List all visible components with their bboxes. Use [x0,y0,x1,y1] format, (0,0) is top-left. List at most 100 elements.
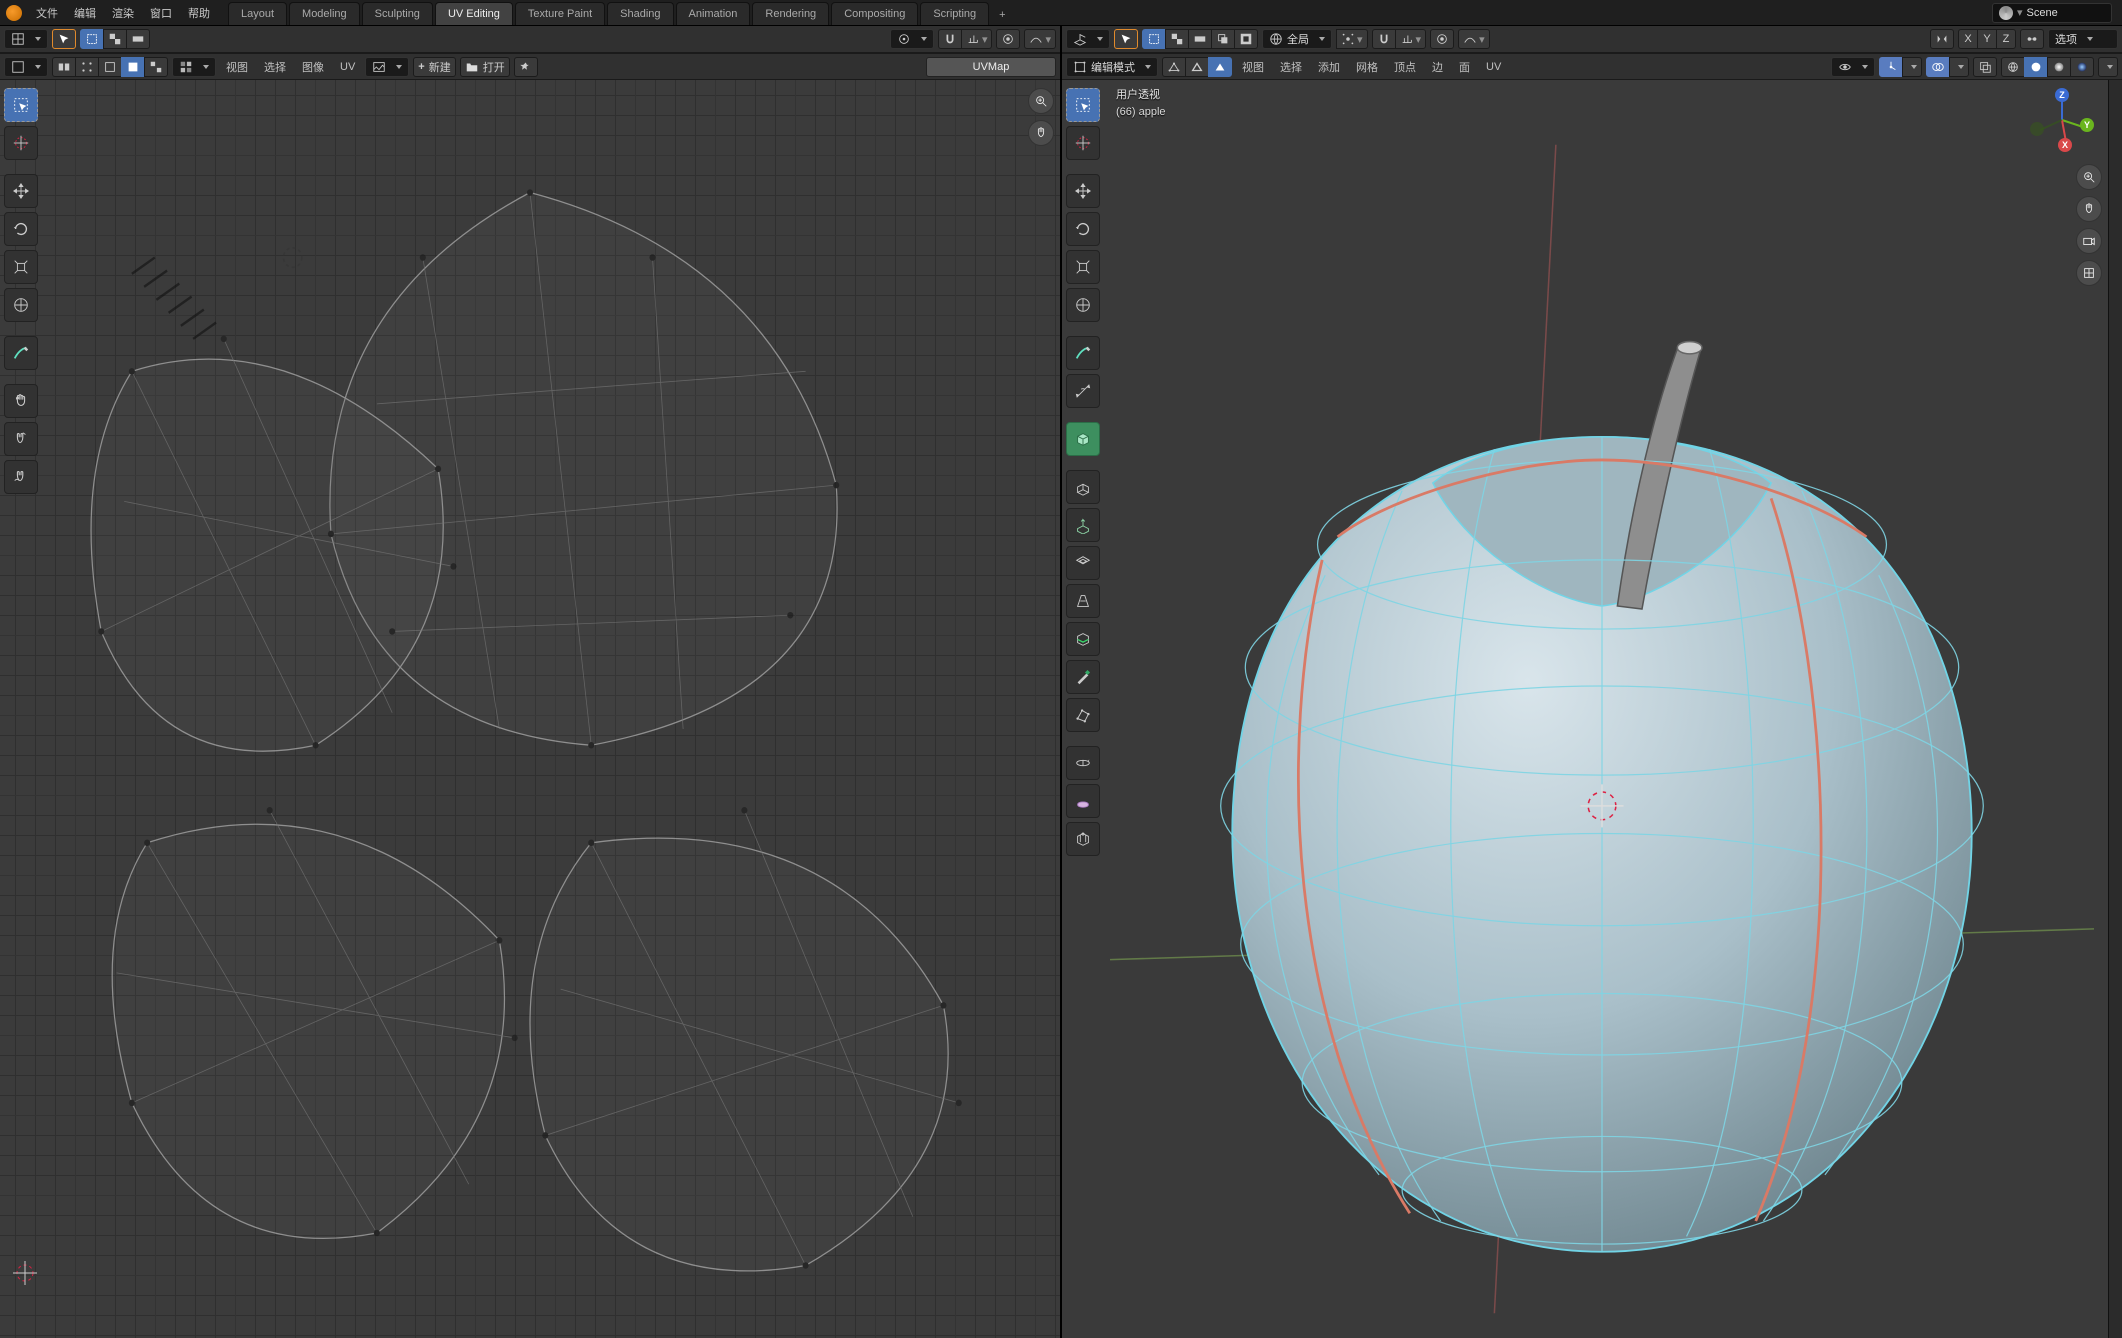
3d-tool-transform[interactable] [1066,288,1100,322]
3d-tool-extrude-region[interactable] [1066,470,1100,504]
uv-sync-toggle[interactable] [52,57,76,77]
3d-tool-bevel[interactable] [1066,584,1100,618]
gizmo-neg-y[interactable] [2030,122,2044,136]
3d-tool-annotate[interactable] [1066,336,1100,370]
uv-tool-cursor[interactable] [4,126,38,160]
uv-nav-zoom[interactable] [1028,88,1054,114]
3d-sel-edge[interactable] [1185,57,1209,77]
tab-texture-paint[interactable]: Texture Paint [515,2,605,25]
3d-tool-extrude-cursor[interactable] [1066,508,1100,542]
uv-select-subtract[interactable] [126,29,150,49]
tab-sculpting[interactable]: Sculpting [362,2,433,25]
3d-menu-mesh[interactable]: 网格 [1350,59,1384,75]
3d-snap-target[interactable]: ▾ [1395,29,1427,49]
3d-nav-zoom[interactable] [2076,164,2102,190]
uv-tool-scale[interactable] [4,250,38,284]
3d-shading-solid[interactable] [2024,57,2048,77]
uv-sticky-select[interactable] [890,29,934,49]
3d-menu-face[interactable]: 面 [1453,59,1476,75]
tab-animation[interactable]: Animation [676,2,751,25]
3d-shading-matprev[interactable] [2047,57,2071,77]
3d-nav-pan[interactable] [2076,196,2102,222]
tab-add-button[interactable]: + [991,5,1013,25]
3d-mode-selector[interactable]: 编辑模式 [1066,57,1158,77]
uv-menu-view[interactable]: 视图 [220,59,254,75]
uv-tool-grab[interactable] [4,384,38,418]
uv-snap-target[interactable]: ▾ [961,29,993,49]
3d-options-dropdown[interactable]: 选项 [2048,29,2118,49]
3d-mirror-y[interactable]: Y [1977,29,1997,49]
3d-tool-smooth[interactable] [1066,784,1100,818]
uv-select-mode-tweak[interactable] [52,29,76,49]
menu-render[interactable]: 渲染 [104,1,142,25]
tab-rendering[interactable]: Rendering [752,2,829,25]
3d-editor-type-selector[interactable] [1066,29,1110,49]
uv-menu-select[interactable]: 选择 [258,59,292,75]
3d-automerge-button[interactable] [2020,29,2044,49]
3d-pivot-button[interactable]: ▾ [1336,29,1368,49]
menu-file[interactable]: 文件 [28,1,66,25]
3d-sel-face[interactable] [1208,57,1232,77]
3d-overlay-popover[interactable] [1949,57,1969,77]
3d-mirror-button[interactable] [1930,29,1954,49]
menu-edit[interactable]: 编辑 [66,1,104,25]
uv-display-mode[interactable] [172,57,216,77]
uv-sel-edge[interactable] [98,57,122,77]
uv-proportional-toggle[interactable] [996,29,1020,49]
3d-tool-scale[interactable] [1066,250,1100,284]
3d-viewport[interactable]: 用户透视 (66) apple Z Y X [1062,80,2108,1338]
uv-tool-annotate[interactable] [4,336,38,370]
3d-select-int[interactable] [1211,29,1235,49]
3d-select-mode-tweak[interactable] [1114,29,1138,49]
3d-shading-popover[interactable] [2098,57,2118,77]
menu-help[interactable]: 帮助 [180,1,218,25]
uv-nav-pan[interactable] [1028,120,1054,146]
uv-tool-move[interactable] [4,174,38,208]
3d-tool-select[interactable] [1066,88,1100,122]
uv-pin-button[interactable] [514,57,538,77]
3d-shading-rendered[interactable] [2070,57,2094,77]
uv-editor-type-selector[interactable] [4,29,48,49]
axis-gizmo[interactable]: Z Y X [2030,88,2094,152]
uv-proportional-falloff[interactable]: ▾ [1024,29,1056,49]
3d-tool-loopcut[interactable] [1066,622,1100,656]
3d-gizmo-popover[interactable] [1902,57,1922,77]
gizmo-z[interactable]: Z [2055,88,2069,102]
3d-select-extend[interactable] [1165,29,1189,49]
right-collapsed-panel[interactable] [2108,80,2122,1338]
3d-view-object-types[interactable] [1831,57,1875,77]
uv-image-selector[interactable] [365,57,409,77]
uvmap-name-field[interactable]: UVMap [926,57,1056,77]
3d-xray-toggle[interactable] [1973,57,1997,77]
uv-menu-uv[interactable]: UV [334,61,361,73]
3d-tool-cursor[interactable] [1066,126,1100,160]
3d-sel-vertex[interactable] [1162,57,1186,77]
menu-window[interactable]: 窗口 [142,1,180,25]
uv-tool-select[interactable] [4,88,38,122]
3d-show-gizmo[interactable] [1879,57,1903,77]
3d-tool-rotate[interactable] [1066,212,1100,246]
uv-new-button[interactable]: + 新建 [413,57,455,77]
tab-modeling[interactable]: Modeling [289,2,360,25]
3d-tool-polybuild[interactable] [1066,698,1100,732]
3d-mirror-x[interactable]: X [1958,29,1978,49]
tab-layout[interactable]: Layout [228,2,287,25]
3d-shading-wire[interactable] [2001,57,2025,77]
3d-snap-toggle[interactable] [1372,29,1396,49]
uv-mode-selector[interactable] [4,57,48,77]
3d-menu-uv[interactable]: UV [1480,61,1507,73]
scene-selector[interactable]: ▾ Scene [1992,3,2112,23]
uv-tool-pinch[interactable] [4,422,38,456]
3d-menu-vertex[interactable]: 顶点 [1388,59,1422,75]
3d-orientation-selector[interactable]: 全局 [1262,29,1332,49]
3d-tool-add-cube[interactable] [1066,422,1100,456]
gizmo-y[interactable]: Y [2080,118,2094,132]
3d-mirror-z[interactable]: Z [1996,29,2016,49]
uv-sel-vertex[interactable] [75,57,99,77]
3d-tool-inset[interactable] [1066,546,1100,580]
3d-select-inv[interactable] [1234,29,1258,49]
3d-proportional-toggle[interactable] [1430,29,1454,49]
uv-menu-image[interactable]: 图像 [296,59,330,75]
uv-sel-face[interactable] [121,57,145,77]
3d-show-overlays[interactable] [1926,57,1950,77]
